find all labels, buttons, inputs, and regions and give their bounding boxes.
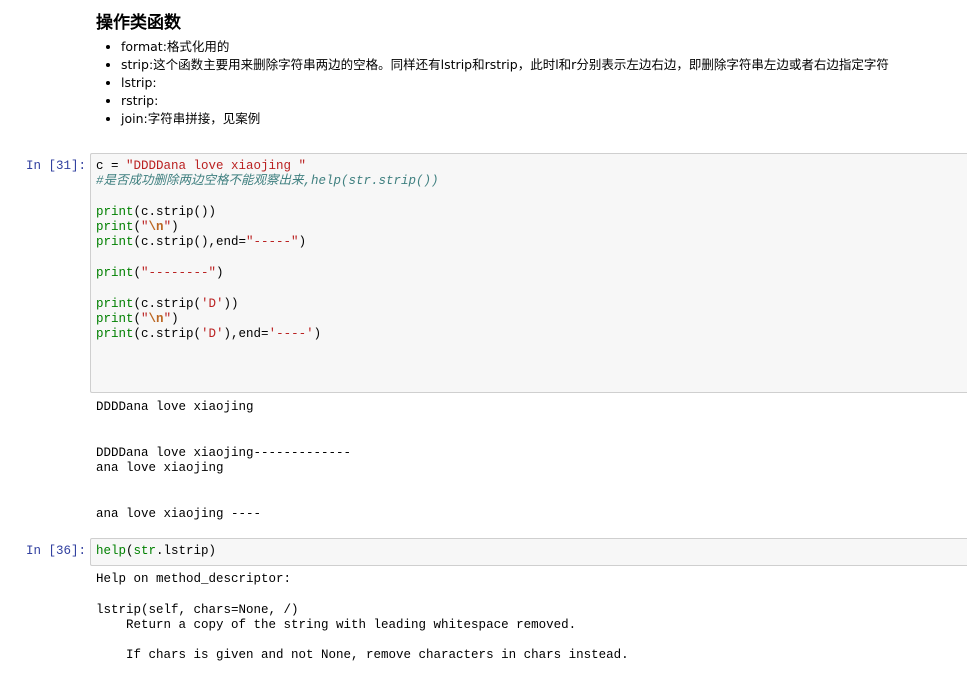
list-item: strip:这个函数主要用来删除字符串两边的空格。同样还有lstrip和rstr… — [121, 56, 889, 74]
markdown-heading: 操作类函数 — [96, 13, 181, 33]
code-text[interactable]: help(str.lstrip) — [96, 544, 216, 559]
cell-prompt: In [36]: — [25, 544, 86, 558]
code-editor[interactable]: help(str.lstrip) — [90, 538, 967, 566]
code-text[interactable]: c = "DDDDana love xiaojing " #是否成功删除两边空格… — [96, 159, 439, 343]
list-item: lstrip: — [121, 74, 889, 92]
list-item: rstrip: — [121, 92, 889, 110]
code-editor[interactable]: c = "DDDDana love xiaojing " #是否成功删除两边空格… — [90, 153, 967, 393]
cell-prompt: In [31]: — [25, 159, 86, 173]
cell-output: DDDDana love xiaojing DDDDana love xiaoj… — [96, 400, 352, 522]
markdown-list: format:格式化用的 strip:这个函数主要用来删除字符串两边的空格。同样… — [96, 38, 889, 128]
list-item: format:格式化用的 — [121, 38, 889, 56]
cell-output: Help on method_descriptor: lstrip(self, … — [96, 572, 629, 663]
list-item: join:字符串拼接，见案例 — [121, 110, 889, 128]
